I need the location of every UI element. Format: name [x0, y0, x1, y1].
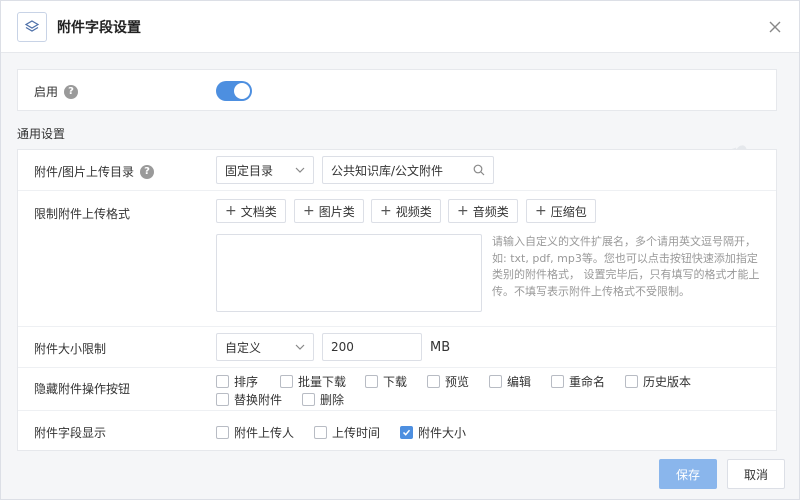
checkbox-box: [216, 393, 229, 406]
upload-dir-path-value: 公共知识库/公文附件: [331, 163, 444, 178]
dialog: www.admin365.cn www.admin365.cn 附件字段设置 启…: [0, 0, 800, 500]
check-icon: [402, 429, 411, 436]
help-icon[interactable]: ?: [140, 164, 155, 179]
checkbox-box: [216, 375, 229, 388]
general-settings-panel: 附件/图片上传目录 ? 固定目录 公共知识库/公文附件 限制附件上传格式 + 文档…: [17, 149, 777, 451]
plus-icon: +: [380, 203, 392, 219]
section-title-general: 通用设置: [17, 127, 66, 141]
add-image-format-button[interactable]: + 图片类: [294, 199, 364, 223]
upload-dir-label: 附件/图片上传目录 ?: [34, 163, 155, 180]
checkbox-box: [427, 375, 440, 388]
display-row: 附件字段显示 附件上传人 上传时间 附件大小: [18, 411, 776, 452]
close-icon[interactable]: [767, 19, 783, 35]
checkbox-box: [551, 375, 564, 388]
checkbox-box: [625, 375, 638, 388]
add-doc-format-button[interactable]: + 文档类: [216, 199, 286, 223]
display-label: 附件字段显示: [34, 426, 107, 440]
upload-dir-mode-value: 固定目录: [225, 163, 274, 178]
checkbox-box-checked: [400, 426, 413, 439]
search-icon[interactable]: [473, 164, 485, 176]
size-limit-row: 附件大小限制 自定义 200 MB: [18, 327, 776, 368]
size-unit: MB: [430, 340, 451, 355]
checkbox-box: [216, 426, 229, 439]
upload-dir-label-text: 附件/图片上传目录: [34, 165, 135, 179]
save-button[interactable]: 保存: [659, 459, 717, 489]
hidden-ops-row: 隐藏附件操作按钮 排序 批量下载 下载 预览 编辑 重命名 历史版本 替换附件 …: [18, 368, 776, 411]
size-limit-input[interactable]: 200: [322, 333, 422, 361]
layers-icon: [17, 12, 47, 42]
checkbox-rename[interactable]: 重命名: [551, 373, 605, 390]
checkbox-box: [489, 375, 502, 388]
formats-row: 限制附件上传格式 + 文档类 + 图片类 + 视频类 + 音频类 + 压缩包 请输入自定义…: [18, 191, 776, 327]
cancel-button[interactable]: 取消: [727, 459, 785, 489]
checkbox-delete[interactable]: 删除: [302, 391, 344, 408]
help-icon[interactable]: ?: [64, 84, 79, 99]
add-video-format-button[interactable]: + 视频类: [371, 199, 441, 223]
checkbox-box: [280, 375, 293, 388]
size-limit-label: 附件大小限制: [34, 342, 107, 356]
checkbox-preview[interactable]: 预览: [427, 373, 469, 390]
checkbox-edit[interactable]: 编辑: [489, 373, 531, 390]
enable-label-text: 启用: [34, 85, 59, 99]
size-limit-mode-select[interactable]: 自定义: [216, 333, 314, 361]
enable-label: 启用 ?: [34, 83, 79, 100]
checkbox-history[interactable]: 历史版本: [625, 373, 691, 390]
checkbox-file-size[interactable]: 附件大小: [400, 424, 466, 441]
plus-icon: +: [535, 203, 547, 219]
hidden-ops-label: 隐藏附件操作按钮: [34, 382, 131, 396]
toggle-knob: [234, 83, 250, 99]
plus-icon: +: [457, 203, 469, 219]
formats-label: 限制附件上传格式: [34, 207, 131, 221]
checkbox-replace[interactable]: 替换附件: [216, 391, 282, 408]
checkbox-download[interactable]: 下载: [365, 373, 407, 390]
enable-toggle[interactable]: [216, 81, 252, 101]
upload-dir-path-input[interactable]: 公共知识库/公文附件: [322, 156, 494, 184]
checkbox-box: [365, 375, 378, 388]
enable-panel: 启用 ?: [17, 69, 777, 111]
add-archive-format-button[interactable]: + 压缩包: [526, 199, 596, 223]
plus-icon: +: [225, 203, 237, 219]
dialog-header: 附件字段设置: [1, 1, 799, 53]
add-audio-format-button[interactable]: + 音频类: [448, 199, 518, 223]
checkbox-box: [302, 393, 315, 406]
upload-dir-row: 附件/图片上传目录 ? 固定目录 公共知识库/公文附件: [18, 150, 776, 191]
checkbox-batch-download[interactable]: 批量下载: [280, 373, 346, 390]
format-hint-text: 请输入自定义的文件扩展名，多个请用英文逗号隔开，如: txt, pdf, mp3…: [492, 235, 760, 298]
chevron-down-icon: [295, 344, 305, 350]
chevron-down-icon: [295, 167, 305, 173]
checkbox-uploader[interactable]: 附件上传人: [216, 424, 294, 441]
dialog-title: 附件字段设置: [57, 20, 141, 36]
checkbox-box: [314, 426, 327, 439]
checkbox-upload-time[interactable]: 上传时间: [314, 424, 380, 441]
upload-dir-mode-select[interactable]: 固定目录: [216, 156, 314, 184]
size-limit-value: 200: [331, 340, 354, 354]
size-limit-mode-value: 自定义: [225, 340, 262, 355]
custom-format-textarea[interactable]: [216, 234, 482, 312]
plus-icon: +: [303, 203, 315, 219]
checkbox-sort[interactable]: 排序: [216, 373, 258, 390]
